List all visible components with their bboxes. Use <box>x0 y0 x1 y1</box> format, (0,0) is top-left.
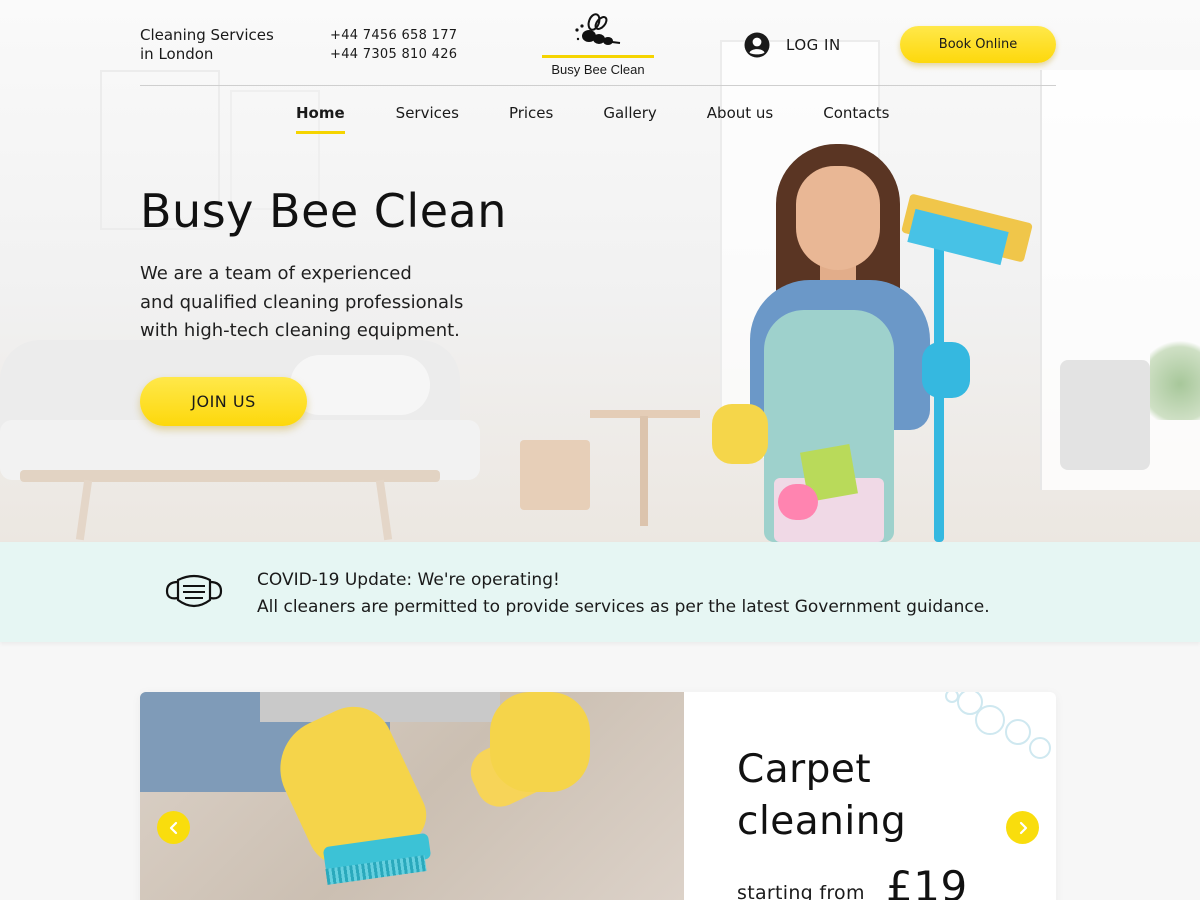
user-icon <box>744 32 770 58</box>
join-us-button[interactable]: JOIN US <box>140 377 307 426</box>
hero-description-line2: and qualified cleaning professionals <box>140 291 464 313</box>
brand-name: Busy Bee Clean <box>551 62 645 77</box>
service-slider-card: Carpet cleaning starting from £19 <box>140 692 1056 900</box>
service-title-line2: cleaning <box>737 799 907 844</box>
pillow-decoration <box>290 355 430 415</box>
logo-underline <box>542 55 654 58</box>
site-header: Cleaning Services in London +44 7456 658… <box>140 0 1056 86</box>
hero-description: We are a team of experienced and qualifi… <box>140 260 520 346</box>
basket-decoration <box>520 440 590 510</box>
main-nav: Home Services Prices Gallery About us Co… <box>296 104 889 134</box>
service-title: Carpet cleaning <box>737 744 977 848</box>
hero-section: Cleaning Services in London +44 7456 658… <box>0 0 1200 542</box>
nav-item-gallery[interactable]: Gallery <box>603 104 656 132</box>
tagline-line1: Cleaning Services <box>140 26 274 44</box>
tagline-line2: in London <box>140 45 214 63</box>
nav-item-about-us[interactable]: About us <box>707 104 773 132</box>
plant-decoration <box>1150 330 1200 420</box>
service-title-line1: Carpet <box>737 747 872 792</box>
table-leg-decoration <box>375 479 393 541</box>
price-prefix: starting from <box>737 882 865 900</box>
nav-item-services[interactable]: Services <box>396 104 459 132</box>
carpet-cleaning-photo <box>140 692 684 900</box>
login-label: LOG IN <box>786 36 841 54</box>
nav-item-home[interactable]: Home <box>296 104 345 134</box>
header-tagline: Cleaning Services in London <box>140 26 310 64</box>
service-price: £19 <box>886 862 968 900</box>
phone-number-1[interactable]: +44 7456 658 177 <box>330 26 457 45</box>
chevron-left-icon <box>169 821 177 834</box>
covid-title: COVID-19 Update: We're operating! <box>257 570 560 590</box>
slider-next-button[interactable] <box>1006 811 1039 844</box>
bee-logo-icon <box>575 13 621 45</box>
covid-banner: COVID-19 Update: We're operating! All cl… <box>0 542 1200 642</box>
hero-description-line3: with high-tech cleaning equipment. <box>140 320 460 341</box>
yellow-glove-shape <box>712 404 768 464</box>
book-online-button[interactable]: Book Online <box>900 26 1056 63</box>
nav-item-contacts[interactable]: Contacts <box>823 104 889 132</box>
sponge-shape <box>778 484 818 520</box>
slider-prev-button[interactable] <box>157 811 190 844</box>
face-mask-icon <box>165 574 223 608</box>
hero-title: Busy Bee Clean <box>140 184 507 238</box>
chevron-right-icon <box>1019 821 1027 834</box>
site-logo[interactable]: Busy Bee Clean <box>542 12 654 78</box>
hero-description-line1: We are a team of experienced <box>140 263 412 284</box>
table-leg-decoration <box>75 479 93 541</box>
covid-text: All cleaners are permitted to provide se… <box>257 597 990 617</box>
side-table-leg-decoration <box>640 416 648 526</box>
phone-number-2[interactable]: +44 7305 810 426 <box>330 45 457 64</box>
nav-item-prices[interactable]: Prices <box>509 104 553 132</box>
blue-glove-shape <box>922 342 970 398</box>
header-phones: +44 7456 658 177 +44 7305 810 426 <box>330 26 457 64</box>
face-shape <box>796 166 880 270</box>
chair-decoration <box>1060 360 1150 470</box>
glove-shape <box>490 692 590 792</box>
hero-cleaner-image <box>700 140 1040 542</box>
login-link[interactable]: LOG IN <box>744 32 841 58</box>
